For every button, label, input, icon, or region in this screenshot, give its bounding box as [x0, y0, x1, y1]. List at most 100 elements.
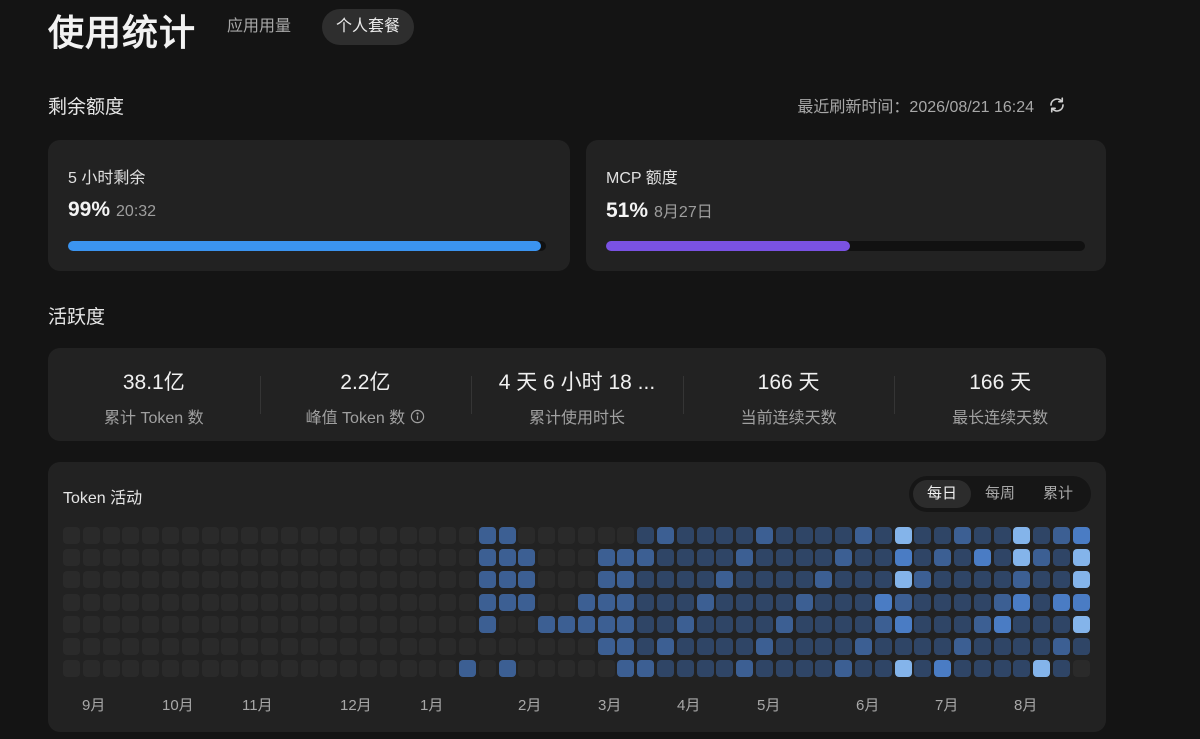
- heatmap-cell: [914, 615, 932, 633]
- heatmap-cell: [696, 549, 714, 567]
- heatmap-cell: [1033, 527, 1051, 544]
- heatmap-cell: [518, 593, 536, 611]
- heatmap-cell: [716, 615, 734, 633]
- heatmap-cell: [300, 571, 318, 589]
- heatmap-cell: [439, 571, 457, 589]
- heatmap-cell: [459, 549, 476, 567]
- heatmap-cell: [459, 660, 476, 678]
- heatmap-cell: [102, 593, 120, 611]
- heatmap-cell: [320, 571, 338, 589]
- heatmap-cell: [360, 660, 377, 678]
- heatmap-cell: [201, 593, 219, 611]
- heatmap-cell: [162, 571, 179, 589]
- heatmap-cell: [993, 527, 1011, 544]
- tab-app-usage[interactable]: 应用用量: [213, 9, 305, 45]
- heatmap-cell: [221, 615, 239, 633]
- heatmap-cell: [835, 660, 853, 678]
- heatmap-cell: [241, 527, 259, 544]
- refresh-icon[interactable]: [1048, 96, 1066, 114]
- heatmap-cell: [558, 527, 575, 544]
- heatmap-cell: [320, 638, 338, 655]
- heatmap-cell: [835, 593, 853, 611]
- heatmap-cell: [340, 527, 358, 544]
- heatmap-cell: [102, 660, 120, 678]
- heatmap-cell: [162, 660, 179, 678]
- heatmap-cell: [894, 549, 912, 567]
- heatmap-cell: [241, 593, 259, 611]
- toggle-weekly[interactable]: 每周: [971, 480, 1029, 508]
- heatmap-cell: [736, 593, 754, 611]
- toggle-cumulative[interactable]: 累计: [1029, 480, 1087, 508]
- heatmap-cell: [558, 571, 575, 589]
- heatmap-cell: [63, 571, 80, 589]
- heatmap-cell: [498, 571, 516, 589]
- toggle-daily[interactable]: 每日: [912, 480, 971, 508]
- heatmap-cell: [1033, 593, 1051, 611]
- heatmap-cell: [201, 527, 219, 544]
- heatmap-cell: [122, 527, 140, 544]
- heatmap-cell: [478, 527, 496, 544]
- heatmap-cell: [320, 593, 338, 611]
- tab-personal-plan[interactable]: 个人套餐: [322, 9, 415, 45]
- heatmap-cell: [577, 615, 595, 633]
- heatmap-cell: [835, 615, 853, 633]
- heatmap-cell: [756, 638, 773, 655]
- heatmap-cell: [241, 571, 259, 589]
- heatmap-cell: [122, 660, 140, 678]
- heatmap-cell: [894, 638, 912, 655]
- heatmap-cell: [280, 593, 298, 611]
- heatmap-cell: [617, 593, 635, 611]
- heatmap-cell: [1013, 660, 1031, 678]
- month-label: 7月: [935, 697, 959, 714]
- heatmap-cell: [617, 549, 635, 567]
- heatmap-cell: [577, 527, 595, 544]
- heatmap-cell: [221, 527, 239, 544]
- heatmap-cell: [716, 571, 734, 589]
- heatmap-cell: [498, 549, 516, 567]
- heatmap-cell: [142, 527, 160, 544]
- heatmap-cell: [914, 593, 932, 611]
- heatmap-cell: [538, 615, 556, 633]
- heatmap-cell: [657, 638, 674, 655]
- month-label: 1月: [420, 697, 444, 714]
- heatmap-cell: [221, 549, 239, 567]
- heatmap-cell: [162, 638, 179, 655]
- heatmap-cell: [716, 549, 734, 567]
- heatmap-cell: [181, 549, 199, 567]
- month-label: 8月: [1014, 697, 1038, 714]
- heatmap-cell: [478, 615, 496, 633]
- heatmap-cell: [696, 571, 714, 589]
- heatmap-cell: [320, 615, 338, 633]
- heatmap-cell: [181, 571, 199, 589]
- heatmap-cell: [775, 593, 793, 611]
- heatmap-cell: [934, 571, 952, 589]
- heatmap-cell: [478, 660, 496, 678]
- heatmap-cell: [320, 527, 338, 544]
- heatmap-cell: [82, 549, 100, 567]
- heatmap-cell: [676, 593, 694, 611]
- heatmap-cell: [934, 615, 952, 633]
- heatmap-cell: [934, 660, 952, 678]
- month-label: 3月: [598, 697, 622, 714]
- heatmap-cell: [914, 527, 932, 544]
- heatmap-cell: [775, 615, 793, 633]
- heatmap-cell: [617, 660, 635, 678]
- heatmap-cell: [954, 615, 971, 633]
- heatmap-cell: [597, 615, 615, 633]
- month-label: 12月: [340, 697, 372, 714]
- info-icon[interactable]: [410, 409, 425, 424]
- heatmap-cell: [558, 615, 575, 633]
- heatmap-cell: [1072, 638, 1090, 655]
- heatmap-cell: [894, 593, 912, 611]
- heatmap-cell: [855, 571, 872, 589]
- heatmap-cell: [439, 527, 457, 544]
- heatmap-cell: [577, 571, 595, 589]
- heatmap-cell: [815, 549, 833, 567]
- heatmap-cell: [102, 571, 120, 589]
- heatmap-cell: [419, 527, 437, 544]
- heatmap-cell: [775, 660, 793, 678]
- heatmap-cell: [181, 527, 199, 544]
- heatmap-cell: [280, 638, 298, 655]
- heatmap-cell: [1033, 615, 1051, 633]
- heatmap-cell: [973, 638, 991, 655]
